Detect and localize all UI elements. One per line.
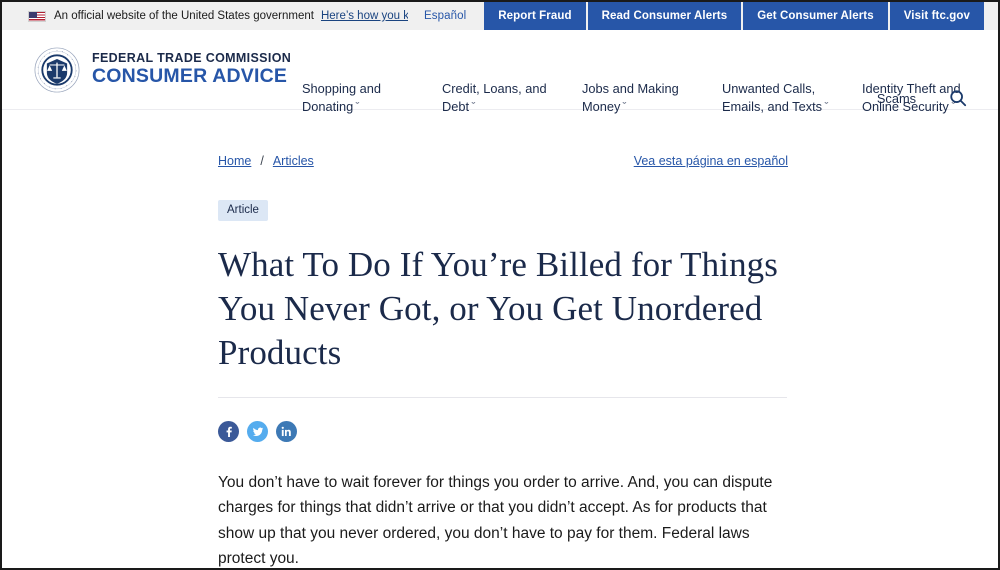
article-type-badge[interactable]: Article bbox=[218, 200, 268, 221]
nav-item-shopping-and-donating[interactable]: Shopping and Donating ˇ bbox=[302, 80, 412, 115]
twitter-icon bbox=[252, 427, 263, 436]
search-button[interactable] bbox=[948, 88, 968, 108]
nav-label: Jobs and Making Money bbox=[582, 81, 679, 114]
brand-site-name: CONSUMER ADVICE bbox=[92, 65, 288, 88]
ftc-seal-icon bbox=[34, 47, 80, 92]
nav-item-credit-loans-and-debt[interactable]: Credit, Loans, and Debt ˇ bbox=[442, 80, 552, 115]
us-flag-icon bbox=[28, 10, 46, 22]
facebook-icon bbox=[226, 427, 232, 438]
nav-item-jobs-and-making-money[interactable]: Jobs and Making Money ˇ bbox=[582, 80, 692, 115]
article-lede: You don’t have to wait forever for thing… bbox=[218, 474, 773, 567]
nav-label: Credit, Loans, and Debt bbox=[442, 81, 547, 114]
view-in-spanish-link[interactable]: Vea esta página en español bbox=[634, 154, 788, 168]
chevron-down-icon: ˇ bbox=[355, 100, 360, 111]
primary-nav: Shopping and Donating ˇ Credit, Loans, an… bbox=[302, 80, 972, 115]
share-linkedin-button[interactable] bbox=[276, 421, 297, 443]
nav-label: Unwanted Calls, Emails, and Texts bbox=[722, 81, 823, 114]
share-twitter-button[interactable] bbox=[247, 421, 268, 443]
browser-viewport: An official website of the United States… bbox=[0, 0, 1000, 570]
utility-nav: Español Report Fraud Read Consumer Alert… bbox=[407, 2, 984, 30]
util-visit-ftc-gov[interactable]: Visit ftc.gov bbox=[889, 2, 984, 30]
util-report-fraud[interactable]: Report Fraud bbox=[484, 2, 586, 30]
breadcrumb-separator: / bbox=[260, 154, 264, 168]
nav-item-scams[interactable]: Scams bbox=[877, 91, 916, 106]
gov-banner: An official website of the United States… bbox=[2, 2, 998, 30]
gov-banner-text: An official website of the United States… bbox=[54, 10, 314, 22]
breadcrumb-home[interactable]: Home bbox=[218, 154, 251, 168]
breadcrumb: Home / Articles Vea esta página en españ… bbox=[218, 154, 788, 168]
linkedin-icon bbox=[281, 426, 291, 437]
breadcrumb-articles[interactable]: Articles bbox=[273, 154, 314, 168]
search-icon bbox=[950, 90, 967, 107]
primary-nav-right: Scams bbox=[877, 88, 968, 108]
util-read-consumer-alerts[interactable]: Read Consumer Alerts bbox=[587, 2, 742, 30]
site-logo[interactable]: FEDERAL TRADE COMMISSION CONSUMER ADVICE bbox=[34, 47, 291, 93]
nav-item-unwanted-calls-emails-and-texts[interactable]: Unwanted Calls, Emails, and Texts ˇ bbox=[722, 80, 832, 115]
chevron-down-icon: ˇ bbox=[471, 100, 476, 111]
brand-agency-name: FEDERAL TRADE COMMISSION bbox=[92, 50, 292, 65]
language-toggle-espanol[interactable]: Español bbox=[407, 2, 483, 30]
article-content: Home / Articles Vea esta página en españ… bbox=[2, 154, 998, 568]
brand-wordmark: FEDERAL TRADE COMMISSION CONSUMER ADVICE bbox=[92, 50, 292, 88]
chevron-down-icon: ˇ bbox=[622, 100, 627, 111]
share-facebook-button[interactable] bbox=[218, 421, 239, 443]
share-buttons bbox=[218, 421, 958, 443]
site-header: FEDERAL TRADE COMMISSION CONSUMER ADVICE… bbox=[2, 30, 998, 114]
title-divider bbox=[218, 397, 787, 399]
chevron-down-icon: ˇ bbox=[824, 100, 829, 111]
util-get-consumer-alerts[interactable]: Get Consumer Alerts bbox=[743, 2, 888, 30]
nav-label: Shopping and Donating bbox=[302, 81, 381, 114]
page-title: What To Do If You’re Billed for Things Y… bbox=[218, 245, 779, 373]
